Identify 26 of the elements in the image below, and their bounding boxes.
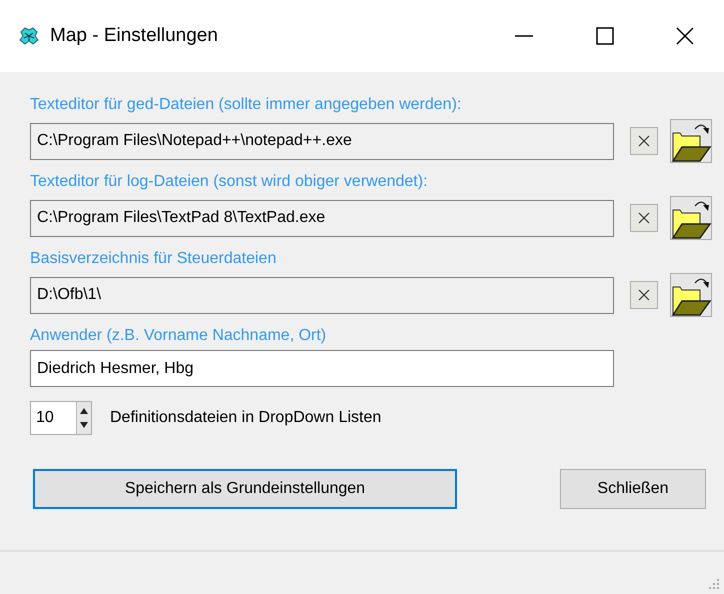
path-field[interactable]: C:\Program Files\Notepad++\notepad++.exe [30, 122, 614, 160]
clear-button[interactable] [630, 127, 658, 155]
dialog-button[interactable]: Schließen [560, 469, 706, 509]
number-spinner[interactable]: 10 [30, 401, 92, 435]
folder-icon[interactable] [670, 273, 712, 317]
field-label: Anwender (z.B. Vorname Nachname, Ort) [30, 327, 328, 345]
folder-icon[interactable] [670, 119, 712, 163]
clear-icon [638, 289, 650, 301]
maximize-icon[interactable] [596, 27, 614, 45]
clear-icon [638, 212, 650, 224]
folder-icon[interactable] [670, 196, 712, 240]
field-label: Texteditor für log-Dateien (sonst wird obiger verwendet): [30, 173, 429, 191]
field-label: Texteditor für ged-Dateien (sollte immer angegeben werden): [30, 96, 462, 114]
clear-icon [638, 135, 650, 147]
dialog-button[interactable]: Speichern als Grundeinstellungen [33, 469, 457, 509]
clear-button[interactable] [630, 204, 658, 232]
path-field[interactable]: C:\Program Files\TextPad 8\TextPad.exe [30, 200, 614, 236]
resize-grip-icon[interactable] [708, 578, 720, 590]
spinner-label: Definitionsdateien in DropDown Listen [110, 409, 382, 427]
window-title: Map - Einstellungen [50, 25, 218, 47]
app-icon [18, 26, 40, 46]
clear-button[interactable] [630, 281, 658, 309]
field-label: Basisverzeichnis für Steuerdateien [30, 250, 278, 268]
close-icon[interactable] [676, 27, 694, 45]
path-field[interactable]: D:\Ofb\1\ [30, 276, 614, 314]
path-field[interactable]: Diedrich Hesmer, Hbg [30, 350, 614, 387]
